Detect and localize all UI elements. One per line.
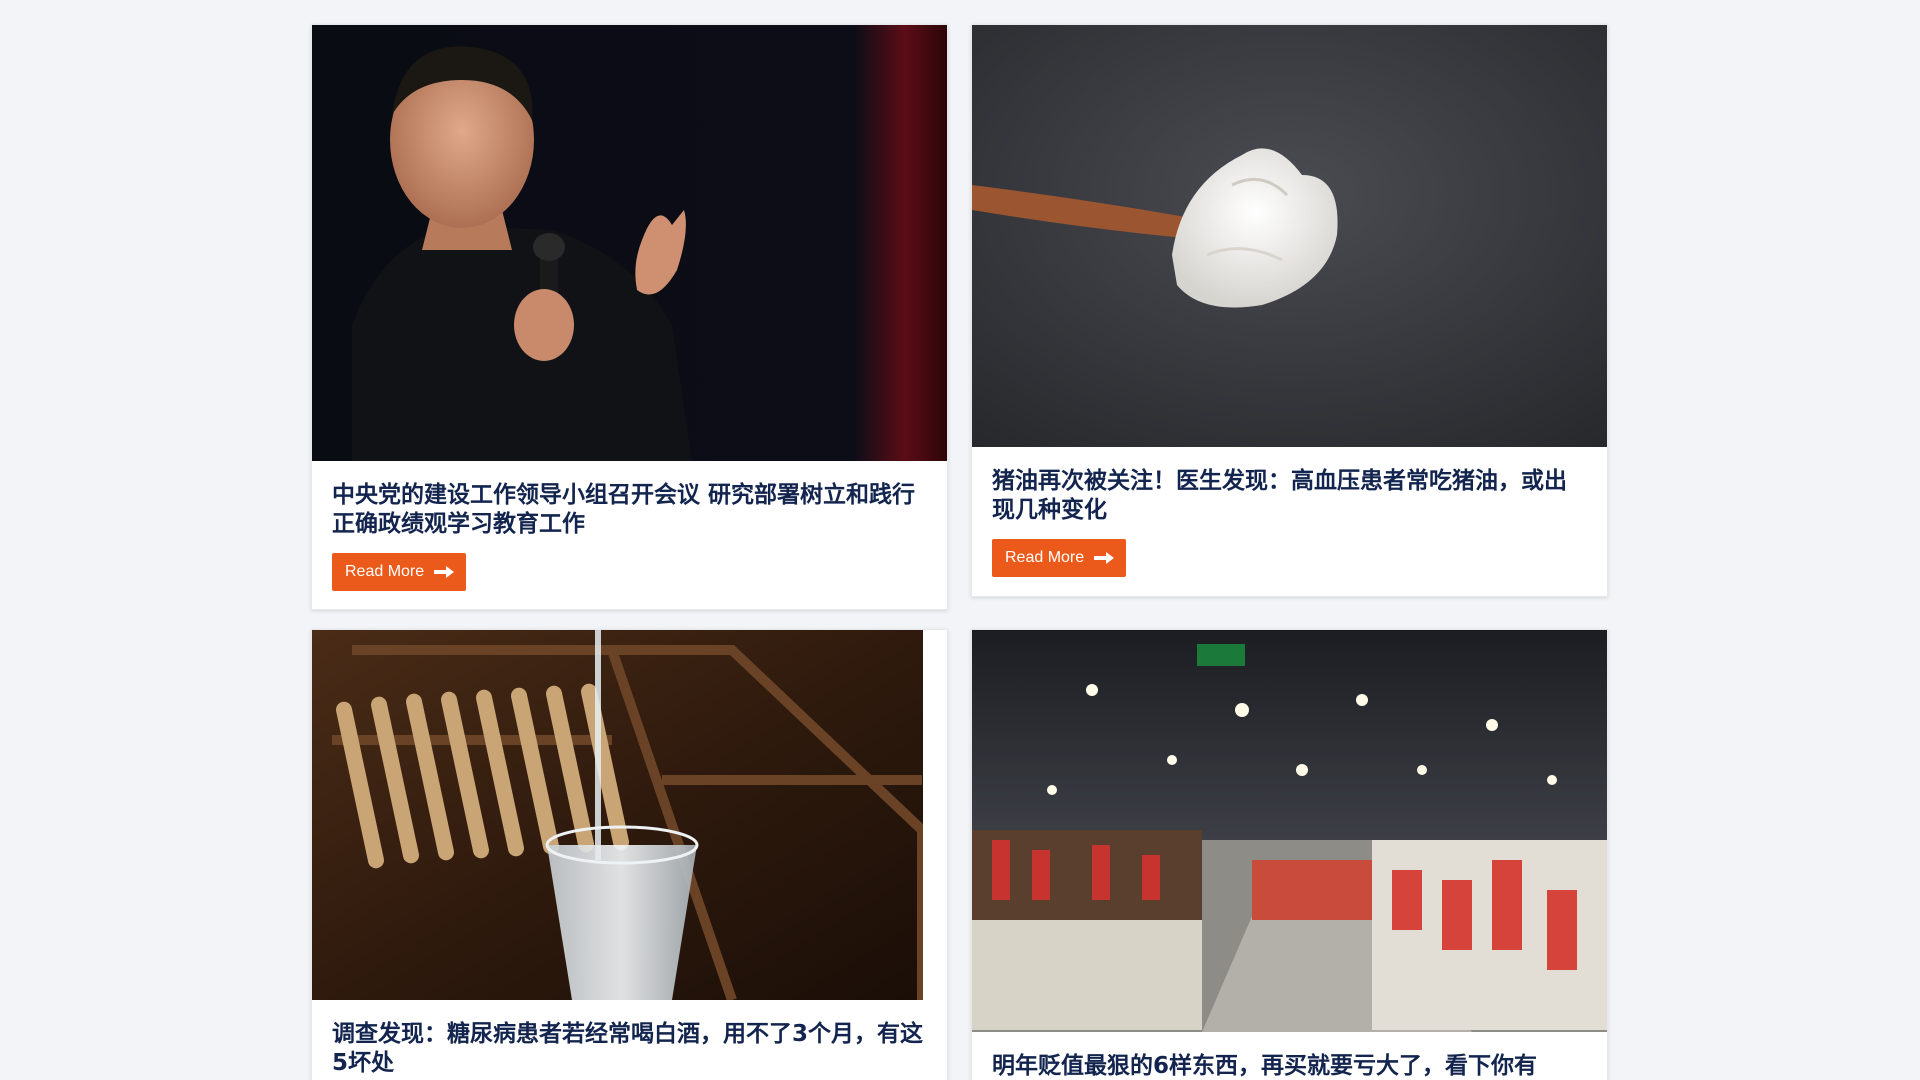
arrow-right-icon [1094, 552, 1115, 564]
article-card: 明年贬值最狠的6样东西，再买就要亏大了，看下你有 [971, 629, 1608, 1080]
article-title[interactable]: 明年贬值最狠的6样东西，再买就要亏大了，看下你有 [992, 1052, 1587, 1080]
article-title[interactable]: 中央党的建设工作领导小组召开会议 研究部署树立和践行正确政绩观学习教育工作 [332, 481, 927, 539]
speaker-photo [312, 25, 947, 461]
read-more-label: Read More [1005, 549, 1085, 566]
article-card: 中央党的建设工作领导小组召开会议 研究部署树立和践行正确政绩观学习教育工作 Re… [311, 24, 948, 610]
article-thumbnail[interactable] [312, 630, 923, 1000]
article-title[interactable]: 调查发现：糖尿病患者若经常喝白酒，用不了3个月，有这5坏处 [332, 1020, 927, 1078]
supermarket-photo [972, 630, 1607, 1032]
read-more-button[interactable]: Read More [992, 539, 1127, 577]
article-card: 猪油再次被关注！医生发现：高血压患者常吃猪油，或出现几种变化 Read More [971, 24, 1608, 597]
article-thumbnail[interactable] [972, 25, 1607, 447]
liquor-glass-photo [312, 630, 923, 1000]
read-more-label: Read More [345, 563, 425, 580]
lard-spoon-photo [972, 25, 1607, 447]
article-thumbnail[interactable] [972, 630, 1607, 1032]
article-feed: 中央党的建设工作领导小组召开会议 研究部署树立和践行正确政绩观学习教育工作 Re… [0, 0, 1920, 1080]
article-thumbnail[interactable] [312, 25, 947, 461]
article-card: 调查发现：糖尿病患者若经常喝白酒，用不了3个月，有这5坏处 [311, 629, 948, 1080]
read-more-button[interactable]: Read More [332, 553, 467, 591]
article-title[interactable]: 猪油再次被关注！医生发现：高血压患者常吃猪油，或出现几种变化 [992, 467, 1587, 525]
arrow-right-icon [434, 566, 455, 578]
